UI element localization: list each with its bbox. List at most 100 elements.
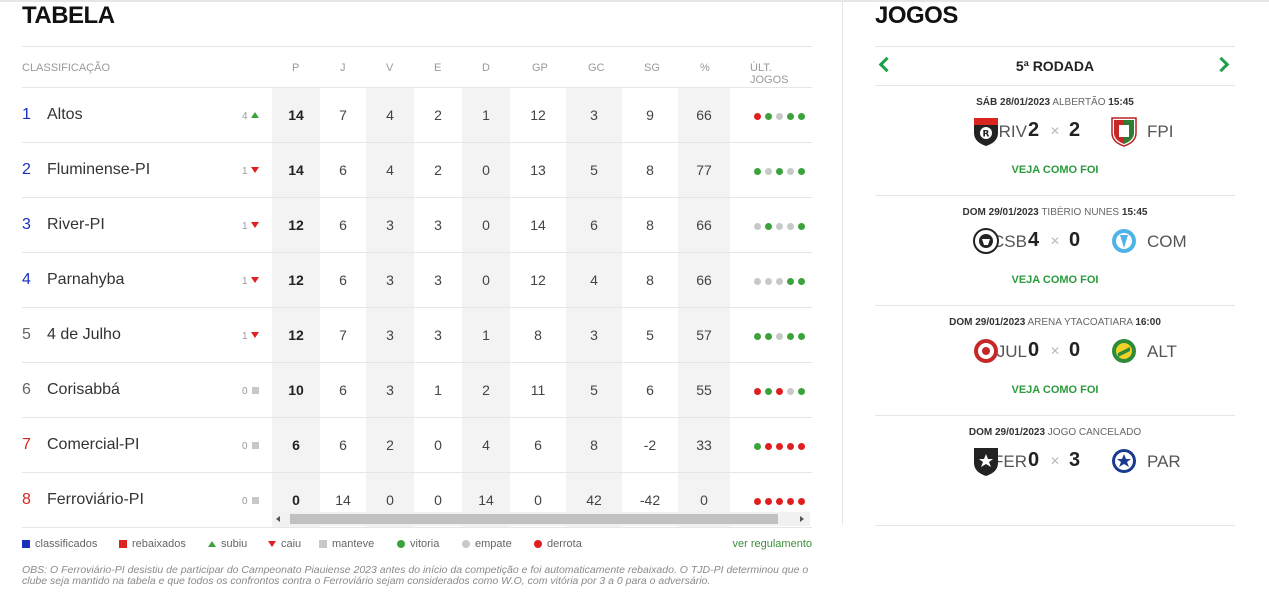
legend: classificados rebaixados subiu caiu mant… [22, 538, 812, 552]
cell-j: 7 [339, 107, 347, 123]
cell-pct: 33 [678, 418, 730, 472]
cell-gc: 4 [566, 253, 622, 307]
versus-icon: ✕ [1050, 124, 1061, 138]
regulamento-link[interactable]: ver regulamento [733, 538, 813, 550]
cell-e: 2 [434, 162, 442, 178]
variation-value: 1 [242, 221, 248, 232]
legend-manteve: manteve [319, 538, 374, 550]
home-crest-icon [972, 225, 1000, 257]
result-dot-icon [787, 168, 794, 175]
match-card[interactable]: DOM 29/01/2023 ARENA YTACOATIARA 16:00 JU… [875, 306, 1235, 416]
row-variation: 0 [242, 496, 259, 507]
cell-d: 0 [462, 253, 510, 307]
cell-gp: 11 [530, 382, 546, 398]
away-crest-icon [1110, 445, 1138, 477]
match-venue: ARENA YTACOATIARA [1027, 317, 1133, 328]
cell-d: 0 [462, 143, 510, 197]
match-card[interactable]: SÁB 28/01/2023 ALBERTÃO 15:45 RIV R 2 ✕ 2 FPI V… [875, 86, 1235, 196]
away-team-abbr: PAR [1147, 452, 1181, 471]
row-team-name[interactable]: Comercial-PI [47, 436, 139, 454]
away-score: 2 [1069, 119, 1081, 141]
scroll-right-arrow-icon[interactable] [800, 516, 804, 522]
versus-icon: ✕ [1050, 344, 1061, 358]
away-crest-icon [1110, 225, 1138, 257]
home-score: 2 [1028, 119, 1040, 141]
result-dot-icon [765, 443, 772, 450]
variation-value: 4 [242, 111, 248, 122]
last-games [754, 168, 805, 175]
veja-como-foi-link[interactable]: VEJA COMO FOI [875, 384, 1235, 396]
legend-label: vitoria [410, 538, 440, 550]
cell-v: 4 [366, 143, 414, 197]
cell-j: 6 [339, 217, 347, 233]
table-title: TABELA [22, 2, 115, 29]
row-team-name[interactable]: Ferroviário-PI [47, 491, 144, 509]
header-gp: GP [532, 62, 548, 74]
row-variation: 1 [242, 166, 259, 177]
arrow-up-icon [208, 541, 216, 547]
table-row[interactable]: 6 6 2 0 4 6 8 -2 33 7 Comercial-PI 0 [22, 418, 812, 473]
cell-p: 12 [272, 253, 320, 307]
row-team-name[interactable]: Corisabbá [47, 381, 120, 399]
home-crest-icon [972, 335, 1000, 367]
same-position-icon [251, 387, 259, 394]
last-games [754, 278, 805, 285]
cell-e: 1 [434, 382, 442, 398]
cell-p: 14 [272, 88, 320, 142]
match-card[interactable]: DOM 29/01/2023 TIBÉRIO NUNES 15:45 CSB 4 ✕ 0… [875, 196, 1235, 306]
gray-square-icon [319, 540, 327, 548]
veja-como-foi-link[interactable]: VEJA COMO FOI [875, 274, 1235, 286]
variation-value: 1 [242, 166, 248, 177]
arrow-down-icon [250, 332, 259, 338]
home-team-abbr: RIV [998, 122, 1027, 141]
result-dot-icon [798, 333, 805, 340]
row-position: 6 [22, 381, 31, 398]
table-row[interactable]: 10 6 3 1 2 11 5 6 55 6 Corisabbá 0 [22, 363, 812, 418]
result-dot-icon [787, 333, 794, 340]
versus-icon: ✕ [1050, 234, 1061, 248]
cell-v: 3 [366, 308, 414, 362]
table-row[interactable]: 14 6 4 2 0 13 5 8 77 2 Fluminense-PI 1 [22, 143, 812, 198]
veja-como-foi-link[interactable]: VEJA COMO FOI [875, 164, 1235, 176]
cell-gc: 8 [566, 418, 622, 472]
table-row[interactable]: 12 7 3 3 1 8 3 5 57 5 4 de Julho 1 [22, 308, 812, 363]
row-team-name[interactable]: Parnahyba [47, 271, 124, 289]
cell-j: 6 [339, 272, 347, 288]
gray-dot-icon [462, 540, 470, 548]
home-score: 0 [1028, 449, 1040, 471]
scroll-left-arrow-icon[interactable] [276, 516, 280, 522]
row-team-name[interactable]: Fluminense-PI [47, 161, 150, 179]
cell-gp: 13 [530, 162, 546, 178]
home-score: 0 [1028, 339, 1040, 361]
result-dot-icon [798, 223, 805, 230]
row-team-name[interactable]: River-PI [47, 216, 105, 234]
legend-rebaixados: rebaixados [119, 538, 186, 550]
row-team-name[interactable]: 4 de Julho [47, 326, 121, 344]
cell-pct: 77 [678, 143, 730, 197]
result-dot-icon [765, 113, 772, 120]
cell-j: 6 [339, 162, 347, 178]
last-games [754, 333, 805, 340]
cell-d: 0 [462, 198, 510, 252]
row-position: 3 [22, 216, 31, 233]
result-dot-icon [787, 278, 794, 285]
cell-p: 12 [272, 308, 320, 362]
result-dot-icon [798, 443, 805, 450]
cell-gc: 3 [566, 308, 622, 362]
match-card[interactable]: DOM 29/01/2023 JOGO CANCELADO FER 0 ✕ 3 PAR [875, 416, 1235, 526]
cell-e: 3 [434, 327, 442, 343]
cell-gc: 5 [566, 143, 622, 197]
table-row[interactable]: 12 6 3 3 0 12 4 8 66 4 Parnahyba 1 [22, 253, 812, 308]
result-dot-icon [754, 113, 761, 120]
scroll-thumb[interactable] [290, 514, 778, 524]
table-row[interactable]: 14 7 4 2 1 12 3 9 66 1 Altos 4 [22, 88, 812, 143]
match-date: DOM 29/01/2023 [949, 317, 1026, 328]
horizontal-scrollbar[interactable] [272, 512, 810, 526]
row-team-name[interactable]: Altos [47, 106, 83, 124]
result-dot-icon [776, 278, 783, 285]
table-row[interactable]: 12 6 3 3 0 14 6 8 66 3 River-PI 1 [22, 198, 812, 253]
cell-gp: 14 [530, 217, 546, 233]
away-score: 3 [1069, 449, 1081, 471]
row-position: 5 [22, 326, 31, 343]
cell-e: 3 [434, 272, 442, 288]
